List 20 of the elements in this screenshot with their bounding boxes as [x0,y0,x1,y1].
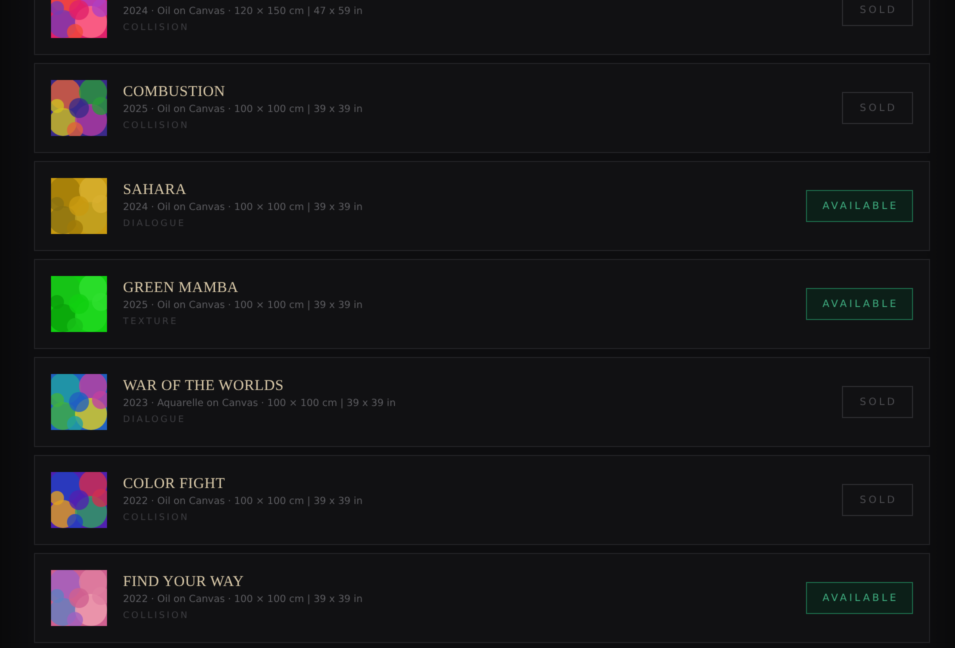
artwork-title: WAR OF THE WORLDS [123,377,285,396]
artwork-details: 2022 · Oil on Canvas · 100 × 100 cm | 39 x 39 in [123,593,364,607]
artwork-details: 2023 · Aquarelle on Canvas · 100 × 100 cm | 39 x 39 in [123,397,397,411]
status-button[interactable]: AVAILABLE [806,582,913,614]
status-button[interactable]: AVAILABLE [806,190,913,222]
artwork-details: 2025 · Oil on Canvas · 100 × 100 cm | 39 x 39 in [123,103,364,117]
artwork-title: FIND YOUR WAY [123,573,245,592]
artwork-details: 2024 · Oil on Canvas · 100 × 100 cm | 39 x 39 in [123,201,364,215]
status-button[interactable]: SOLD [842,484,913,516]
artwork-details: 2024 · Oil on Canvas · 120 × 150 cm | 47 x 59 in [123,5,364,19]
status-button[interactable]: SOLD [842,0,913,26]
artwork-title: COMBUSTION [123,83,226,102]
artwork-title: SAHARA [123,181,188,200]
status-button[interactable]: SOLD [842,386,913,418]
artwork-details: 2022 · Oil on Canvas · 100 × 100 cm | 39 x 39 in [123,495,364,509]
artwork-title: COLOR FIGHT [123,475,226,494]
status-button[interactable]: AVAILABLE [806,288,913,320]
artwork-title: GREEN MAMBA [123,279,240,298]
status-button[interactable]: SOLD [842,92,913,124]
artwork-details: 2025 · Oil on Canvas · 100 × 100 cm | 39 x 39 in [123,299,364,313]
